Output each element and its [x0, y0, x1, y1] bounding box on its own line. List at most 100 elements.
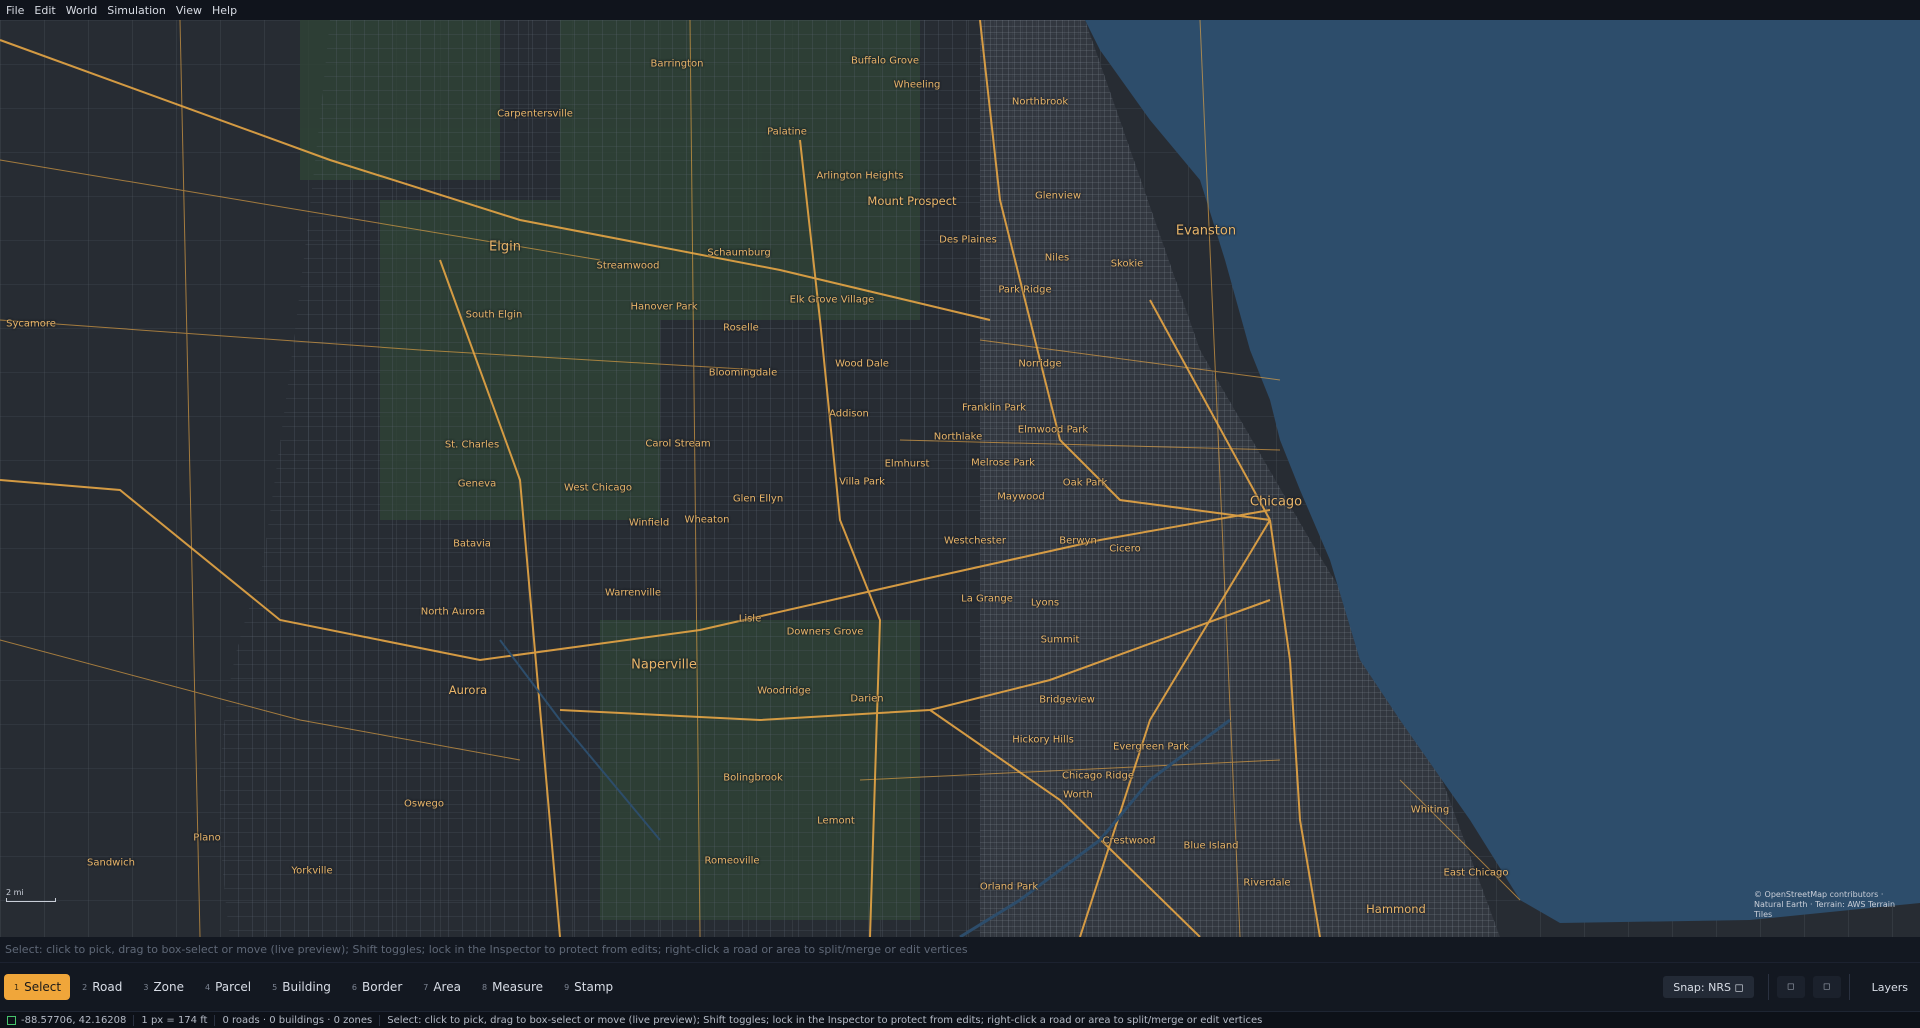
- place-label-norridge: Norridge: [1018, 358, 1062, 370]
- place-label-worth: Worth: [1063, 789, 1093, 801]
- place-label-northbrook: Northbrook: [1011, 96, 1069, 108]
- menu-world[interactable]: World: [60, 4, 102, 17]
- place-label-lyons: Lyons: [1030, 597, 1060, 609]
- tool-border-button[interactable]: 6 Border: [342, 974, 411, 1000]
- place-label-north-aurora: North Aurora: [420, 606, 486, 618]
- menu-simulation[interactable]: Simulation: [101, 4, 170, 17]
- scale-bar: 2 mi: [6, 888, 56, 902]
- tool-label: Road: [92, 980, 123, 994]
- tool-zone-button[interactable]: 3 Zone: [133, 974, 193, 1000]
- tool-building-button[interactable]: 5 Building: [262, 974, 340, 1000]
- place-label-melrose-park: Melrose Park: [971, 457, 1035, 469]
- place-label-darien: Darien: [850, 693, 884, 705]
- place-label-south-elgin: South Elgin: [465, 309, 523, 321]
- tool-shortcut-key: 1: [14, 982, 20, 992]
- tool-label: Stamp: [574, 980, 614, 994]
- place-label-downers-grove: Downers Grove: [786, 626, 864, 638]
- tool-parcel-button[interactable]: 4 Parcel: [195, 974, 260, 1000]
- place-label-chicago-ridge: Chicago Ridge: [1062, 770, 1134, 782]
- place-label-villa-park: Villa Park: [839, 476, 885, 488]
- place-label-des-plaines: Des Plaines: [939, 234, 997, 246]
- place-label-cicero: Cicero: [1109, 543, 1141, 555]
- place-label-elmhurst: Elmhurst: [884, 458, 930, 470]
- bottom-toolbar: 1 Select 2 Road 3 Zone 4 Parcel 5 Building 6 Border…: [0, 963, 1920, 1011]
- status-scale: 1 px = 174 ft: [134, 1014, 216, 1026]
- map-viewport[interactable]: Barrington Buffalo Grove Wheeling Northbroo…: [0, 20, 1920, 937]
- place-label-oak-park: Oak Park: [1062, 477, 1108, 489]
- place-label-st-charles: St. Charles: [444, 439, 500, 451]
- place-label-whiting: Whiting: [1410, 804, 1450, 816]
- place-label-blue-island: Blue Island: [1183, 840, 1239, 852]
- place-label-northlake: Northlake: [933, 431, 983, 443]
- place-label-skokie: Skokie: [1110, 258, 1144, 270]
- tool-shortcut-key: 8: [481, 982, 488, 992]
- tool-stamp-button[interactable]: 9 Stamp: [554, 974, 622, 1000]
- toolbar-right: Snap: NRS ◻ ◻ ◻ Layers: [1663, 963, 1920, 1011]
- menu-file[interactable]: File: [0, 4, 28, 17]
- place-label-palatine: Palatine: [767, 126, 807, 138]
- place-label-batavia: Batavia: [453, 538, 491, 550]
- place-label-barrington: Barrington: [650, 58, 704, 70]
- place-label-elgin: Elgin: [489, 239, 521, 255]
- place-label-plano: Plano: [193, 832, 221, 844]
- place-label-bolingbrook: Bolingbrook: [723, 772, 783, 784]
- place-label-glenview: Glenview: [1034, 190, 1082, 202]
- place-label-yorkville: Yorkville: [291, 865, 333, 877]
- place-label-carpentersville: Carpentersville: [497, 108, 573, 120]
- place-label-summit: Summit: [1040, 634, 1080, 646]
- tool-label: Area: [433, 980, 461, 994]
- place-label-west-chicago: West Chicago: [564, 482, 632, 494]
- place-label-romeoville: Romeoville: [704, 855, 760, 867]
- place-label-elmwood-park: Elmwood Park: [1017, 424, 1089, 436]
- place-label-hammond: Hammond: [1366, 902, 1426, 916]
- view-toggle-button[interactable]: ◻: [1776, 976, 1805, 998]
- place-label-crestwood: Crestwood: [1102, 835, 1156, 847]
- tool-area-button[interactable]: 7 Area: [413, 974, 470, 1000]
- tool-label: Zone: [153, 980, 184, 994]
- place-label-niles: Niles: [1044, 252, 1070, 264]
- tool-measure-button[interactable]: 8 Measure: [472, 974, 552, 1000]
- place-label-roselle: Roselle: [723, 322, 759, 334]
- tool-label: Parcel: [215, 980, 252, 994]
- place-label-wheeling: Wheeling: [893, 79, 941, 91]
- menu-edit[interactable]: Edit: [28, 4, 59, 17]
- layers-button[interactable]: Layers: [1858, 981, 1920, 994]
- place-label-wood-dale: Wood Dale: [835, 358, 889, 370]
- scale-label: 2 mi: [6, 888, 24, 897]
- place-label-sycamore: Sycamore: [6, 318, 56, 330]
- place-label-lisle: Lisle: [738, 613, 762, 625]
- tool-shortcut-key: 7: [423, 982, 429, 992]
- tool-hint: Select: click to pick, drag to box-selec…: [0, 937, 1920, 963]
- menu-help[interactable]: Help: [206, 4, 241, 17]
- tool-shortcut-key: 9: [564, 982, 570, 992]
- place-label-addison: Addison: [829, 408, 869, 420]
- snap-toggle[interactable]: Snap: NRS ◻: [1663, 976, 1754, 998]
- tool-shortcut-key: 6: [351, 982, 358, 992]
- menu-view[interactable]: View: [170, 4, 206, 17]
- panel-toggle-button[interactable]: ◻: [1812, 976, 1841, 998]
- tool-road-button[interactable]: 2 Road: [72, 974, 131, 1000]
- place-label-maywood: Maywood: [997, 491, 1045, 503]
- place-label-schaumburg: Schaumburg: [707, 247, 771, 259]
- place-label-geneva: Geneva: [457, 478, 497, 490]
- status-counts: 0 roads · 0 buildings · 0 zones: [215, 1014, 381, 1026]
- place-label-elk-grove-village: Elk Grove Village: [789, 294, 875, 306]
- place-label-orland-park: Orland Park: [979, 881, 1039, 893]
- menu-bar: File Edit World Simulation View Help: [0, 0, 1920, 20]
- scale-bar-line: [6, 898, 56, 902]
- tool-group: 1 Select 2 Road 3 Zone 4 Parcel 5 Building 6 Border…: [0, 974, 624, 1000]
- tool-label: Building: [282, 980, 331, 994]
- place-label-naperville: Naperville: [631, 657, 697, 673]
- tool-select-button[interactable]: 1 Select: [4, 974, 71, 1000]
- place-label-mount-prospect: Mount Prospect: [867, 194, 957, 208]
- place-label-arlington-heights: Arlington Heights: [816, 170, 904, 182]
- place-label-franklin-park: Franklin Park: [961, 402, 1027, 414]
- place-label-westchester: Westchester: [944, 535, 1006, 547]
- toolbar-divider: [1767, 974, 1769, 1000]
- status-message: Select: click to pick, drag to box-selec…: [387, 1014, 1263, 1026]
- tool-shortcut-key: 3: [143, 982, 149, 992]
- place-label-glen-ellyn: Glen Ellyn: [732, 493, 784, 505]
- tool-label: Border: [362, 980, 403, 994]
- place-label-berwyn: Berwyn: [1059, 535, 1097, 547]
- place-label-bloomingdale: Bloomingdale: [708, 367, 778, 379]
